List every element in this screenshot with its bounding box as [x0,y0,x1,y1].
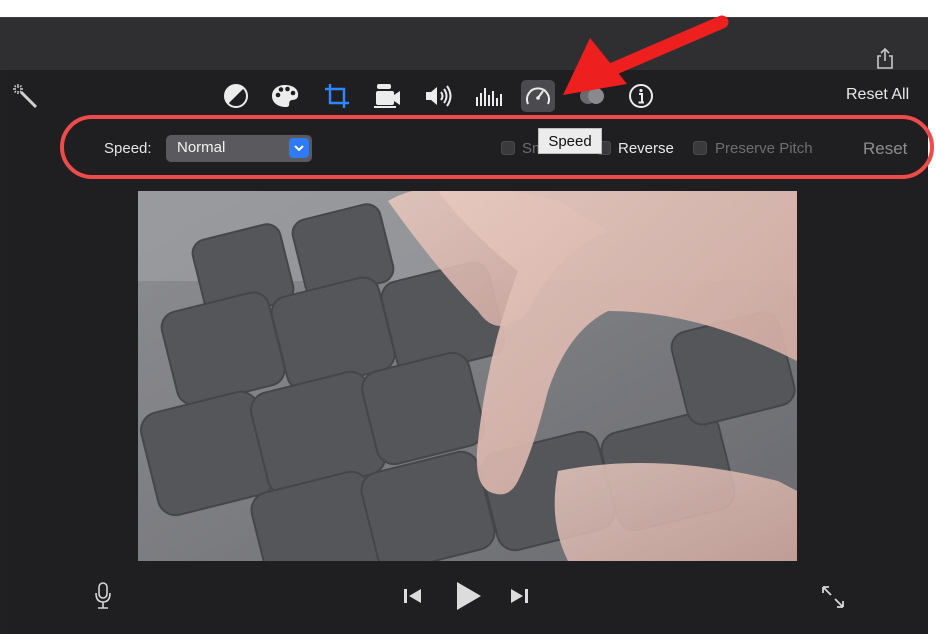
highlight-oval [60,115,934,179]
skip-forward-icon[interactable] [506,584,532,608]
share-icon[interactable] [874,47,896,71]
speed-tooltip: Speed [538,128,602,154]
top-toolbar [0,17,936,70]
window-edge [928,17,936,634]
color-correction-icon[interactable] [268,80,302,112]
crop-icon[interactable] [320,80,354,112]
play-icon[interactable] [450,578,486,614]
color-balance-icon[interactable] [219,80,253,112]
clip-info-icon[interactable] [624,80,658,112]
skip-back-icon[interactable] [400,584,426,608]
fullscreen-icon[interactable] [818,582,848,612]
left-strip [0,70,8,634]
clip-filter-icon[interactable] [575,80,609,112]
microphone-icon[interactable] [90,580,116,612]
magic-wand-icon[interactable] [12,83,38,109]
volume-icon[interactable] [421,80,455,112]
video-preview [138,191,797,561]
noise-reduction-icon[interactable] [471,80,505,112]
speedometer-icon[interactable] [521,80,555,112]
stabilization-icon[interactable] [370,80,404,112]
reset-all-button[interactable]: Reset All [846,86,909,104]
